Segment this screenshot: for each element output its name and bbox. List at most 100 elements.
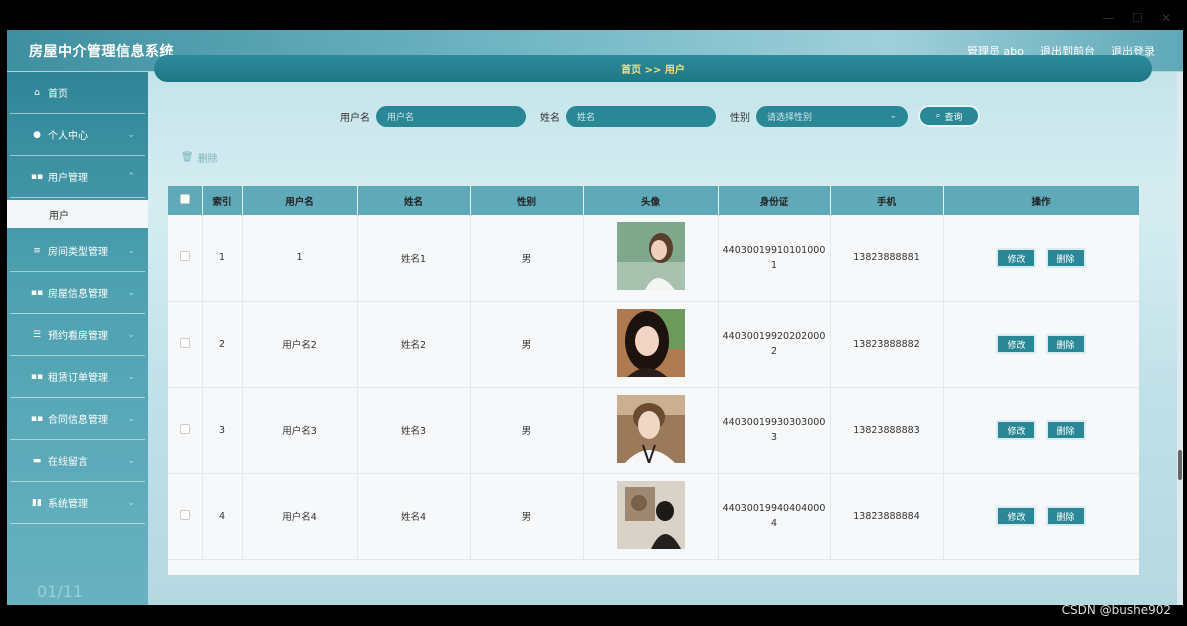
cell-actions: 修改 删除 (943, 473, 1139, 560)
user-icon: ● (33, 129, 41, 140)
app-title: 房屋中介管理信息系统 (29, 43, 174, 60)
minimize-icon[interactable]: — (1102, 11, 1114, 25)
username-input[interactable]: 用户名 (376, 105, 526, 127)
page-scrollbar[interactable] (1177, 72, 1183, 605)
sidebar-item-label: 首页 (48, 89, 68, 100)
grid-icon: ▪▪ (30, 371, 44, 382)
cell-id-card: 44030019940404000 4 (718, 473, 831, 560)
sidebar-item-rental-order[interactable]: ▪▪ 租赁订单管理 ⌄ (10, 356, 145, 398)
id-card-line1: 44030019940404000 (722, 503, 826, 514)
sidebar-item-home[interactable]: ⌂ 首页 (10, 72, 145, 114)
sidebar-item-label: 用户管理 (48, 173, 88, 184)
avatar (616, 222, 685, 291)
chevron-down-icon: ⌄ (127, 329, 135, 340)
bottom-black-bar (0, 605, 1187, 626)
sidebar-item-room-type[interactable]: ≡ 房间类型管理 ⌄ (10, 230, 145, 272)
table-row: 1 1 姓名1 男 44030019910101000 1 1382388888… (168, 215, 1139, 302)
avatar (616, 308, 685, 377)
cell-index: 1 (202, 215, 243, 302)
sidebar-subitem-user[interactable]: 用户 (7, 200, 148, 228)
grid-icon: ▪▪ (30, 171, 44, 182)
header-phone: 手机 (830, 186, 944, 215)
header-index: 索引 (202, 186, 243, 215)
id-card-line1: 44030019930303000 (722, 417, 826, 428)
cell-actions: 修改 删除 (943, 387, 1139, 474)
list-icon: ≡ (33, 245, 41, 256)
sidebar-item-house-info[interactable]: ▪▪ 房屋信息管理 ⌄ (10, 272, 145, 314)
chart-icon: ▮▮ (32, 497, 42, 508)
cell-id-card: 44030019920202000 2 (718, 301, 831, 388)
cell-id-card: 44030019930303000 3 (718, 387, 831, 474)
user-table: 索引 用户名 姓名 性别 头像 身份证 手机 操作 1 1 姓名1 男 4403… (168, 186, 1139, 575)
row-select-cell (168, 215, 203, 302)
gender-label: 性别 (730, 112, 750, 124)
chevron-down-icon: ⌄ (127, 413, 135, 424)
sidebar-item-viewing[interactable]: ☰ 预约看房管理 ⌄ (10, 314, 145, 356)
cell-index: 4 (202, 473, 243, 560)
cell-name: 姓名1 (357, 215, 471, 302)
avatar (616, 394, 685, 463)
delete-button[interactable]: 删除 (1045, 334, 1086, 354)
cell-username: 1 (242, 215, 358, 302)
header-id-card: 身份证 (718, 186, 831, 215)
row-checkbox[interactable] (179, 251, 190, 262)
sidebar-item-label: 房间类型管理 (48, 247, 108, 258)
edit-button[interactable]: 修改 (996, 334, 1037, 354)
batch-delete-label: 删除 (197, 154, 218, 165)
delete-button[interactable]: 删除 (1045, 247, 1086, 268)
edit-button[interactable]: 修改 (996, 506, 1037, 526)
sidebar-item-contract[interactable]: ▪▪ 合同信息管理 ⌄ (10, 398, 145, 440)
cell-phone: 13823888883 (830, 387, 944, 474)
close-icon[interactable]: ✕ (1161, 11, 1171, 25)
id-card-line2: 3 (770, 432, 778, 443)
row-checkbox[interactable] (179, 337, 190, 348)
delete-button[interactable]: 删除 (1045, 506, 1086, 526)
sidebar-item-label: 预约看房管理 (48, 331, 108, 342)
header-gender: 性别 (470, 186, 584, 215)
name-input[interactable]: 姓名 (566, 105, 716, 127)
cell-gender: 男 (470, 301, 584, 388)
cell-avatar (583, 215, 719, 302)
cell-actions: 修改 删除 (943, 215, 1139, 302)
sidebar-item-system[interactable]: ▮▮ 系统管理 ⌄ (10, 482, 145, 524)
chevron-up-icon: ⌃ (127, 171, 135, 182)
cell-actions: 修改 删除 (943, 301, 1139, 388)
top-black-bar (0, 0, 1187, 6)
chevron-down-icon: ⌄ (127, 245, 135, 256)
gender-placeholder: 请选择性别 (767, 112, 813, 123)
edit-button[interactable]: 修改 (996, 420, 1037, 440)
cell-phone: 13823888882 (830, 301, 944, 388)
cell-id-card: 44030019910101000 1 (718, 215, 831, 302)
cell-name: 姓名2 (357, 301, 471, 388)
row-select-cell (168, 301, 203, 388)
cell-avatar (583, 387, 719, 474)
monitor-icon: ▬ (32, 455, 42, 466)
table-row: 4 用户名4 姓名4 男 44030019940404000 4 1382388… (168, 473, 1139, 560)
cell-avatar (583, 301, 719, 388)
sidebar-item-personal[interactable]: ● 个人中心 ⌄ (10, 114, 145, 156)
select-all-cell (168, 186, 203, 215)
row-checkbox[interactable] (179, 423, 190, 434)
maximize-icon[interactable]: ☐ (1132, 11, 1143, 25)
query-button[interactable]: ⌕ 查询 (918, 105, 980, 127)
scroll-thumb[interactable] (1178, 450, 1182, 480)
sidebar-item-message[interactable]: ▬ 在线留言 ⌄ (10, 440, 145, 482)
id-card-line1: 44030019920202000 (722, 331, 826, 342)
select-all-checkbox[interactable] (179, 194, 190, 204)
sidebar-item-user-management[interactable]: ▪▪ 用户管理 ⌃ (10, 156, 145, 198)
row-checkbox[interactable] (179, 509, 190, 520)
sliders-icon: ☰ (32, 329, 42, 340)
delete-button[interactable]: 删除 (1045, 420, 1086, 440)
cell-gender: 男 (470, 473, 584, 560)
chevron-down-icon: ⌄ (127, 129, 135, 140)
gender-select[interactable]: 请选择性别 ⌄ (756, 105, 908, 127)
header-name: 姓名 (357, 186, 471, 215)
avatar (616, 480, 685, 549)
sidebar-item-label: 个人中心 (48, 131, 88, 142)
edit-button[interactable]: 修改 (996, 247, 1037, 268)
grid-icon: ▪▪ (30, 413, 44, 424)
query-button-label: 查询 (944, 112, 963, 123)
sidebar-item-label: 合同信息管理 (48, 415, 108, 426)
id-card-line2: 2 (770, 346, 778, 357)
batch-delete-button[interactable]: 🗑 删除 (181, 150, 218, 165)
